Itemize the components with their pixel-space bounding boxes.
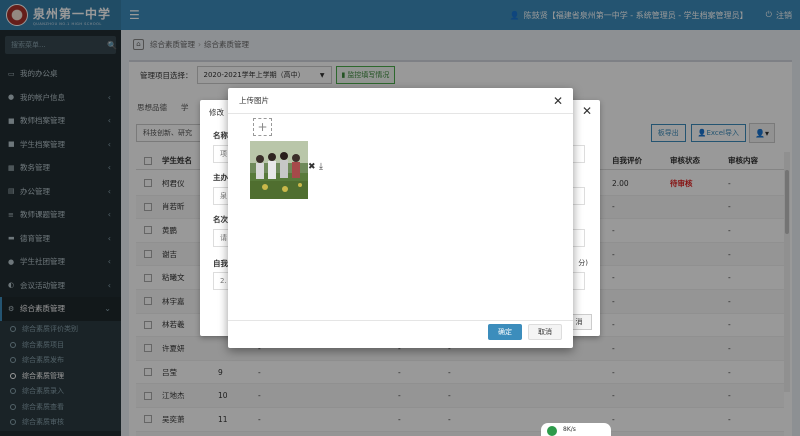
uploaded-image-thumbnail[interactable] — [250, 141, 308, 199]
upload-image-modal: 上传图片 ✕ + ✖ ⤓ 确定 取消 — [228, 88, 573, 348]
remove-image-icon[interactable]: ✖ — [308, 162, 316, 172]
plus-icon: + — [257, 120, 268, 134]
field-value: 项 — [220, 150, 227, 158]
network-speed-text: 8K/s — [563, 426, 576, 433]
field-value: 请 — [220, 234, 227, 242]
download-icon[interactable]: ⤓ — [319, 162, 323, 172]
close-icon[interactable]: ✕ — [553, 94, 563, 108]
confirm-label: 确定 — [498, 328, 512, 336]
upload-modal-header: 上传图片 ✕ — [228, 88, 573, 114]
label-name: 名称 — [213, 131, 228, 140]
label-organizer: 主办 — [213, 173, 228, 182]
field-value: 2. — [220, 277, 227, 285]
cancel-label: 取消 — [538, 328, 552, 336]
add-image-button[interactable]: + — [253, 118, 272, 136]
field-value: 泉 — [220, 192, 227, 200]
network-speed-badge[interactable]: 8K/s — [541, 423, 611, 436]
status-dot-icon — [545, 424, 559, 436]
upload-modal-title: 上传图片 — [239, 96, 269, 105]
edit-cancel-label: 消 — [575, 318, 583, 326]
confirm-button[interactable]: 确定 — [488, 324, 522, 340]
cancel-button[interactable]: 取消 — [528, 324, 562, 340]
close-icon[interactable]: ✕ — [582, 104, 592, 118]
edit-modal-title: 修改 — [209, 108, 224, 117]
score-suffix: 分) — [578, 259, 588, 267]
photo-image — [250, 141, 308, 199]
label-self: 自我 — [213, 259, 228, 268]
label-rank: 名次 — [213, 215, 228, 224]
